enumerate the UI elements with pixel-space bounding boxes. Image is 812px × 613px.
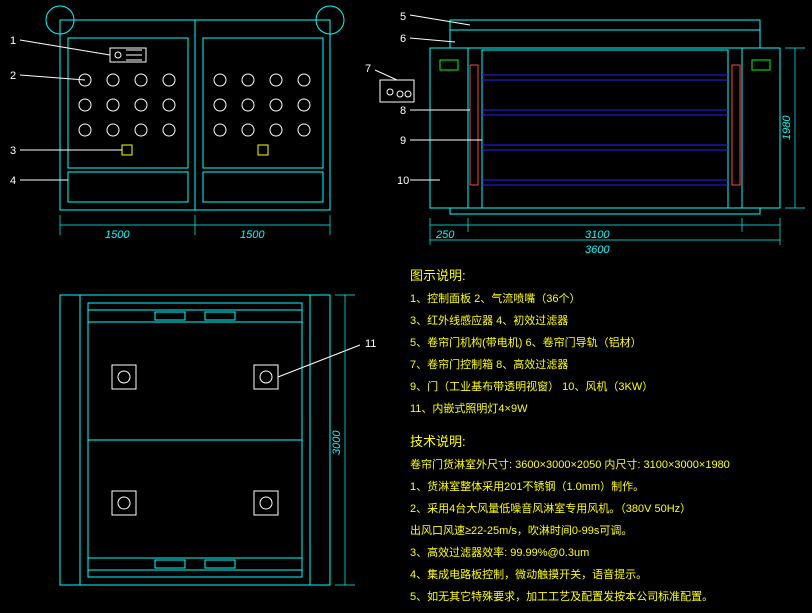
svg-text:250: 250 [435,229,455,241]
legend-4: 7、卷帘门控制箱 8、高效过滤器 [410,357,568,371]
light-1 [112,365,136,389]
callout-11: 11 [365,338,376,350]
svg-text:1500: 1500 [105,229,130,241]
legend-title: 图示说明: [410,268,466,283]
callout-5: 5 [400,11,406,23]
dim-plan-h: 3000 [331,295,355,585]
front-elevation: 1 2 3 4 1500 1500 [10,6,344,241]
text-block: 图示说明: 1、控制面板 2、气流喷嘴（36个） 3、红外线感应器 4、初效过滤… [410,268,730,603]
svg-text:3600: 3600 [585,244,610,256]
spec-6: 4、集成电路板控制，微动触摸开关，语音提示。 [410,567,647,581]
spec-2: 1、货淋室整体采用201不锈钢（1.0mm）制作。 [410,479,644,493]
callout-2: 2 [10,70,16,82]
spec-title: 技术说明: [410,434,466,449]
spec-7: 5、如无其它特殊要求，加工工艺及配置发按本公司标准配置。 [410,589,713,603]
nozzle-grid-right [214,74,310,136]
spec-3: 2、采用4台大风量低噪音风淋室专用风机。（380V 50Hz） [410,501,691,515]
legend-6: 11、内嵌式照明灯4×9W [410,401,528,415]
callout-6: 6 [400,33,406,45]
svg-text:3000: 3000 [331,430,343,455]
svg-text:1500: 1500 [240,229,265,241]
control-box-7 [380,80,414,102]
light-2 [254,365,278,389]
dim-side-bottom: 250 3100 3600 [430,218,780,256]
side-elevation: 5 6 7 8 9 10 1980 250 3100 3600 [365,11,805,256]
legend-2: 3、红外线感应器 4、初效过滤器 [410,313,568,327]
spec-5: 3、高效过滤器效率: 99.99%@0.3um [410,545,589,559]
callout-3: 3 [10,145,16,157]
legend-3: 5、卷帘门机构(带电机) 6、卷帘门导轨（铝材） [410,335,642,349]
callout-4: 4 [10,175,16,187]
callout-1: 1 [10,35,16,47]
callout-9: 9 [400,135,406,147]
dim-front-left: 1500 [60,215,195,241]
callout-8: 8 [400,105,406,117]
dim-side-h: 1980 [781,48,805,208]
plan-view: 11 3000 [60,295,376,585]
svg-text:3100: 3100 [585,229,610,241]
callout-7: 7 [365,63,371,75]
callout-10: 10 [397,175,409,187]
nozzle-grid-left [79,74,175,136]
svg-text:1980: 1980 [781,115,793,140]
light-3 [112,491,136,515]
light-4 [254,491,278,515]
legend-5: 9、门（工业基布带透明视窗） 10、风机（3KW） [410,379,653,393]
legend-1: 1、控制面板 2、气流喷嘴（36个） [410,291,581,305]
spec-1: 卷帘门货淋室外尺寸: 3600×3000×2050 内尺寸: 3100×3000… [410,457,730,471]
spec-4: 出风口风速≥22-25m/s，吹淋时间0-99s可调。 [410,523,632,537]
dim-front-right: 1500 [195,215,330,241]
